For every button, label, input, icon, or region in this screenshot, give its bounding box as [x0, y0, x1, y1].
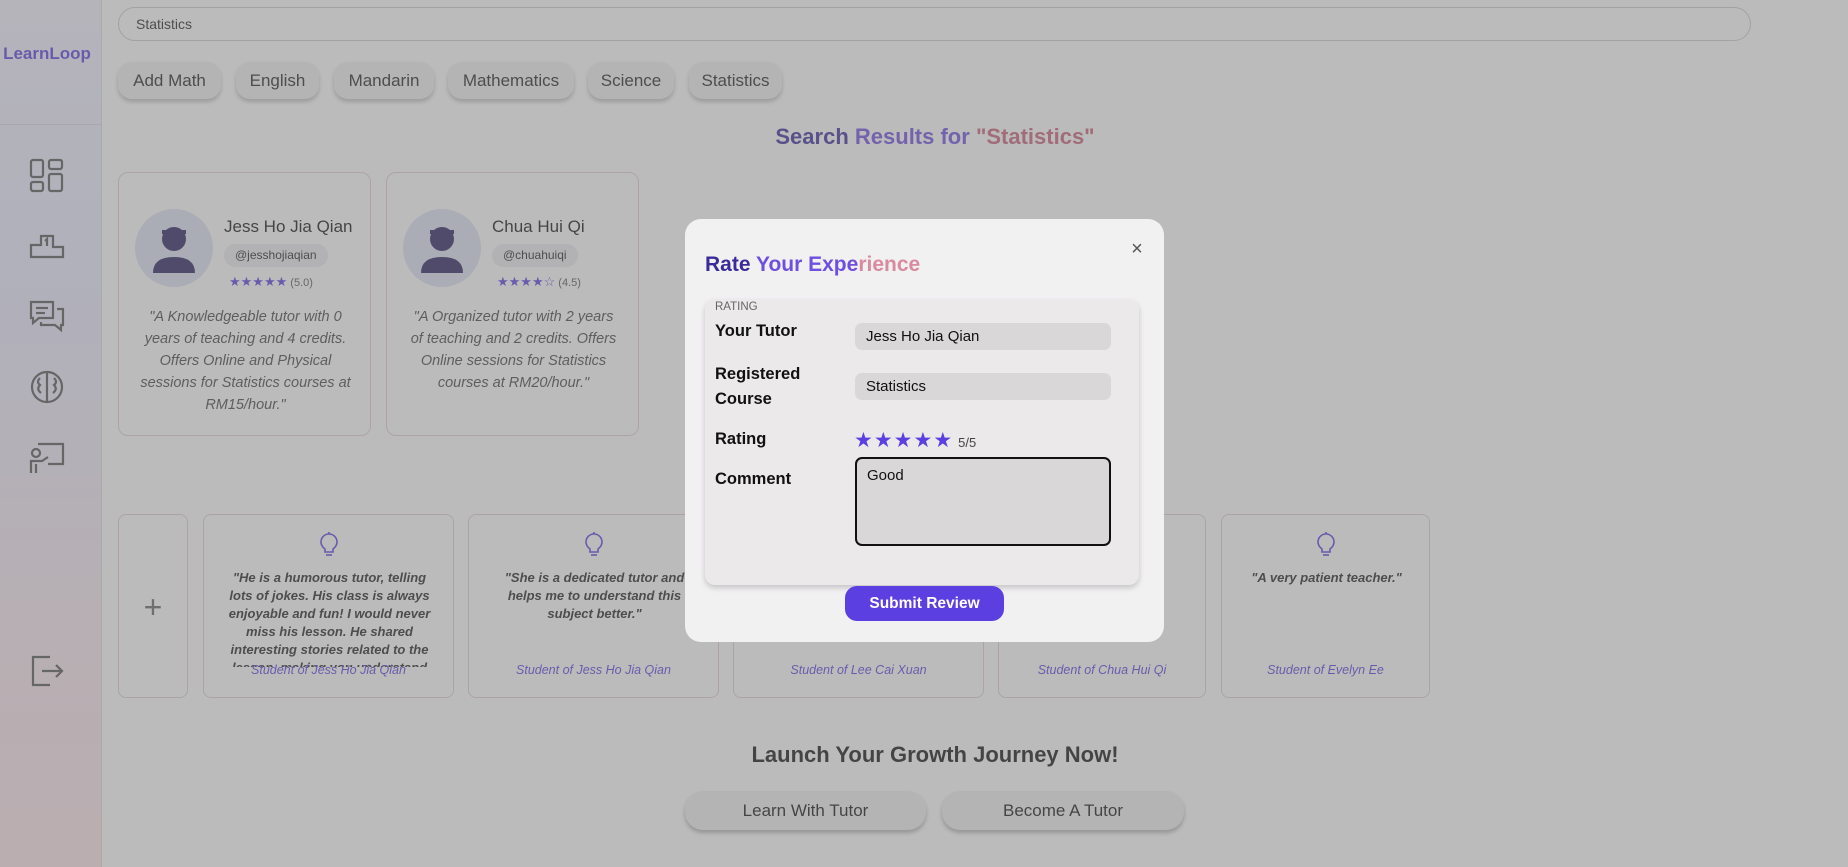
submit-review-button[interactable]: Submit Review [845, 586, 1004, 621]
modal-title-part: rience [858, 253, 921, 276]
modal-title-part: Your Expe [756, 253, 859, 276]
tutor-label: Your Tutor [715, 322, 797, 340]
modal-title-part: Rate [705, 253, 751, 276]
course-field: Statistics [855, 373, 1111, 400]
star-icon[interactable]: ★ [933, 429, 952, 452]
comment-textarea[interactable]: Good [855, 457, 1111, 546]
star-icon[interactable]: ★ [913, 429, 932, 452]
star-rating-input[interactable]: ★★★★★ 5/5 [854, 428, 976, 453]
rating-label: Rating [715, 430, 767, 448]
course-label-line: Course [715, 390, 772, 408]
rating-count: 5/5 [958, 435, 977, 450]
comment-label: Comment [715, 470, 792, 488]
tutor-field: Jess Ho Jia Qian [855, 323, 1111, 350]
section-label: RATING [715, 301, 758, 313]
star-icon[interactable]: ★ [854, 429, 873, 452]
star-icon[interactable]: ★ [874, 429, 893, 452]
close-icon[interactable]: × [1127, 239, 1147, 259]
rating-panel: RATING Your Tutor Jess Ho Jia Qian Regis… [705, 299, 1139, 585]
modal-title: Rate Your Experience [705, 253, 920, 277]
course-label-line: Registered [715, 365, 801, 383]
rate-experience-modal: Rate Your Experience × RATING Your Tutor… [685, 219, 1164, 642]
star-icon[interactable]: ★ [894, 429, 913, 452]
course-label: Registered Course [715, 362, 800, 412]
